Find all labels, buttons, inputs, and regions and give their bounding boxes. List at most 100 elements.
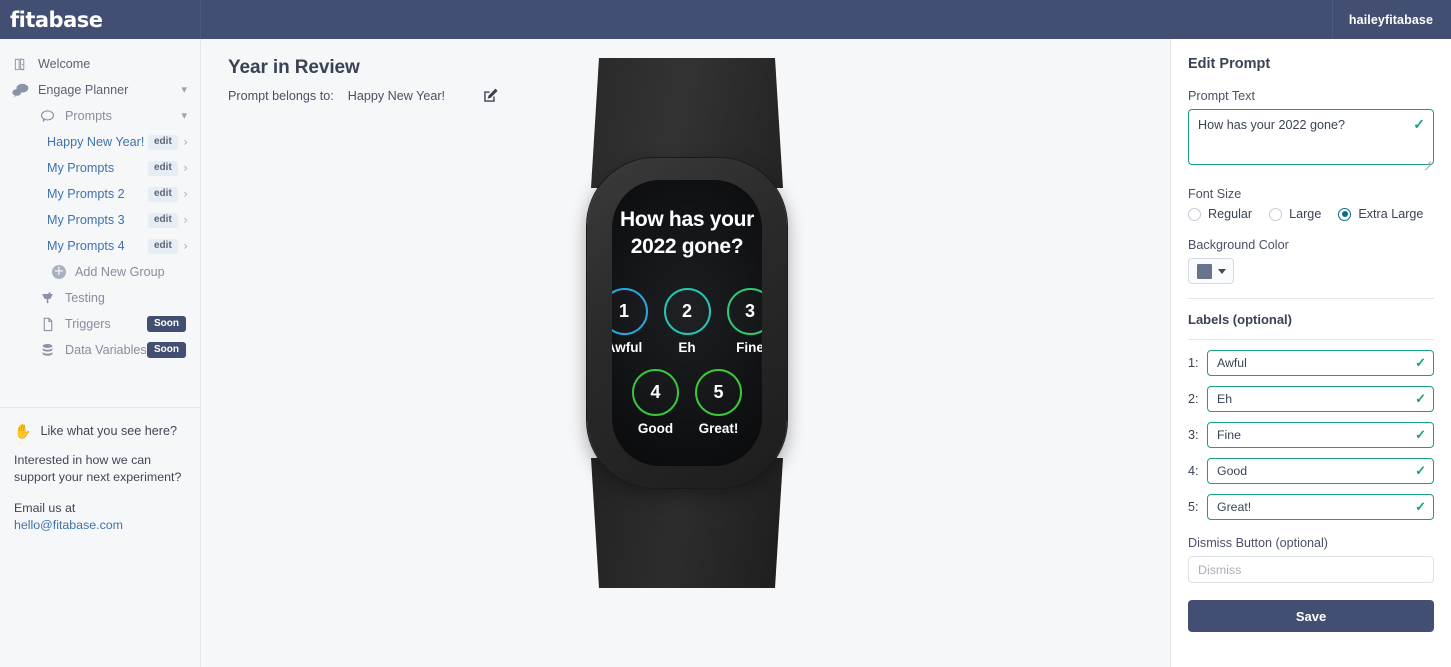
label-input-1[interactable] xyxy=(1207,350,1434,376)
sidebar-item-welcome[interactable]: Welcome xyxy=(0,51,200,77)
label-input-wrap: ✓ xyxy=(1207,386,1434,412)
edit-badge[interactable]: edit xyxy=(148,212,178,228)
main-content: Year in Review Prompt belongs to: Happy … xyxy=(201,39,1170,667)
add-new-group-label: Add New Group xyxy=(75,265,165,279)
font-size-option-extra-large[interactable]: Extra Large xyxy=(1338,207,1423,221)
soon-badge: Soon xyxy=(147,342,186,358)
sidebar-group-label: My Prompts 3 xyxy=(47,213,125,227)
preview-option-2[interactable]: 2 Eh xyxy=(663,288,711,355)
background-color-picker[interactable] xyxy=(1188,258,1234,284)
door-icon xyxy=(11,56,30,72)
chevron-right-icon[interactable]: › xyxy=(183,240,188,252)
sidebar-group-my-prompts[interactable]: My Prompts edit › xyxy=(0,155,200,181)
chevron-right-icon[interactable]: › xyxy=(183,136,188,148)
label-input-wrap: ✓ xyxy=(1207,350,1434,376)
radio-icon xyxy=(1269,207,1283,221)
radio-label: Large xyxy=(1289,207,1322,221)
sidebar-item-testing[interactable]: Testing xyxy=(0,285,200,311)
preview-option-label: Awful xyxy=(612,340,643,355)
dismiss-button-input[interactable] xyxy=(1188,556,1434,583)
sidebar-item-data-variables[interactable]: Data Variables Soon xyxy=(0,337,200,363)
chevron-down-icon xyxy=(1217,268,1226,274)
chats-icon xyxy=(11,82,30,98)
sidebar-group-label: My Prompts 2 xyxy=(47,187,125,201)
sidebar-divider xyxy=(0,407,201,408)
sidebar-item-label: Welcome xyxy=(38,57,91,71)
edit-badge[interactable]: edit xyxy=(148,134,178,150)
preview-option-4[interactable]: 4 Good xyxy=(632,369,679,436)
prompt-text-label: Prompt Text xyxy=(1188,89,1255,103)
sidebar-item-triggers[interactable]: Triggers Soon xyxy=(0,311,200,337)
save-button[interactable]: Save xyxy=(1188,600,1434,632)
chat-bubble-icon xyxy=(38,108,57,124)
sidebar-item-prompts[interactable]: Prompts ▾ xyxy=(0,103,200,129)
label-input-5[interactable] xyxy=(1207,494,1434,520)
account-menu[interactable]: haileyfitabase xyxy=(1331,0,1451,39)
chevron-right-icon[interactable]: › xyxy=(183,214,188,226)
sidebar: Welcome Engage Planner ▾ Prompts ▾ Happy… xyxy=(0,39,201,667)
waving-hand-icon: ✋ xyxy=(14,423,32,439)
pencil-square-icon[interactable] xyxy=(483,88,498,103)
preview-options-row-1: 1 Awful 2 Eh 3 Fine xyxy=(612,288,762,355)
sidebar-group-label: Happy New Year! xyxy=(47,135,145,149)
labels-section-title: Labels (optional) xyxy=(1188,312,1292,327)
label-input-4[interactable] xyxy=(1207,458,1434,484)
top-bar: fitabase haileyfitabase xyxy=(0,0,1451,39)
promo-email-link[interactable]: hello@fitabase.com xyxy=(14,518,123,532)
chevron-right-icon[interactable]: › xyxy=(183,162,188,174)
preview-option-circle: 3 xyxy=(726,288,762,335)
prompt-text-input[interactable] xyxy=(1188,109,1434,165)
preview-option-3[interactable]: 3 Fine xyxy=(726,288,762,355)
preview-option-circle: 5 xyxy=(695,369,742,416)
logo-cell: fitabase xyxy=(0,0,201,39)
edit-badge[interactable]: edit xyxy=(148,160,178,176)
label-row: 1: ✓ xyxy=(1188,350,1434,376)
edit-badge[interactable]: edit xyxy=(148,238,178,254)
sidebar-group-my-prompts-4[interactable]: My Prompts 4 edit › xyxy=(0,233,200,259)
sidebar-group-happy-new-year[interactable]: Happy New Year! edit › xyxy=(0,129,200,155)
database-icon xyxy=(38,342,57,358)
sidebar-group-my-prompts-3[interactable]: My Prompts 3 edit › xyxy=(0,207,200,233)
sidebar-item-label: Testing xyxy=(65,291,105,305)
breadcrumb: Prompt belongs to: Happy New Year! xyxy=(228,88,498,103)
label-input-2[interactable] xyxy=(1207,386,1434,412)
document-icon xyxy=(38,316,57,332)
add-new-group-button[interactable]: + Add New Group xyxy=(0,259,200,285)
preview-option-label: Eh xyxy=(678,340,696,355)
label-input-3[interactable] xyxy=(1207,422,1434,448)
belongs-to-label: Prompt belongs to: xyxy=(228,88,334,103)
label-input-wrap: ✓ xyxy=(1207,422,1434,448)
font-size-option-regular[interactable]: Regular xyxy=(1188,207,1252,221)
label-row: 4: ✓ xyxy=(1188,458,1434,484)
label-row: 3: ✓ xyxy=(1188,422,1434,448)
dismiss-button-label: Dismiss Button (optional) xyxy=(1188,536,1328,550)
page-title: Year in Review xyxy=(228,57,360,78)
label-input-wrap: ✓ xyxy=(1207,494,1434,520)
sidebar-nav: Welcome Engage Planner ▾ Prompts ▾ Happy… xyxy=(0,39,200,363)
soon-badge: Soon xyxy=(147,316,186,332)
sidebar-group-label: My Prompts 4 xyxy=(47,239,125,253)
sidebar-item-engage-planner[interactable]: Engage Planner ▾ xyxy=(0,77,200,103)
chevron-down-icon[interactable]: ▾ xyxy=(181,84,187,96)
sidebar-group-my-prompts-2[interactable]: My Prompts 2 edit › xyxy=(0,181,200,207)
mortar-icon xyxy=(38,290,57,306)
preview-option-circle: 2 xyxy=(663,288,711,335)
chevron-right-icon[interactable]: › xyxy=(183,188,188,200)
fitabase-logo[interactable]: fitabase xyxy=(10,8,103,32)
panel-divider-1 xyxy=(1188,298,1434,299)
sidebar-item-label: Prompts xyxy=(65,109,112,123)
promo-body: Interested in how we can support your ne… xyxy=(14,453,182,484)
promo-heading: Like what you see here? xyxy=(40,424,177,438)
preview-option-1[interactable]: 1 Awful xyxy=(612,288,648,355)
preview-option-5[interactable]: 5 Great! xyxy=(695,369,742,436)
sidebar-item-label: Triggers xyxy=(65,317,111,331)
edit-badge[interactable]: edit xyxy=(148,186,178,202)
label-number: 3: xyxy=(1188,428,1199,442)
promo-email-line: Email us at hello@fitabase.com xyxy=(14,500,187,534)
label-row: 2: ✓ xyxy=(1188,386,1434,412)
plus-circle-icon: + xyxy=(52,264,66,279)
label-row: 5: ✓ xyxy=(1188,494,1434,520)
font-size-option-large[interactable]: Large xyxy=(1269,207,1321,221)
chevron-down-icon[interactable]: ▾ xyxy=(181,110,187,122)
preview-question: How has your 2022 gone? xyxy=(619,208,755,258)
